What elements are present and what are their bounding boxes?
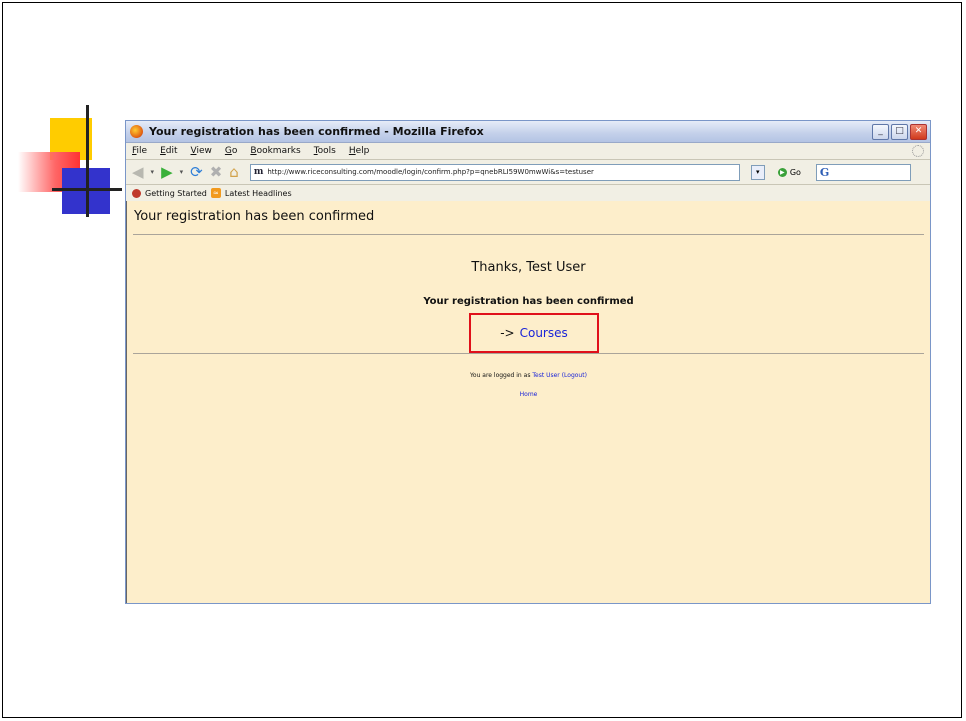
thanks-heading: Thanks, Test User: [471, 260, 586, 275]
home-icon[interactable]: ⌂: [229, 164, 239, 180]
bookmark-getting-started[interactable]: Getting Started: [145, 189, 207, 198]
menu-help[interactable]: Help: [349, 146, 370, 156]
stop-icon[interactable]: ✖: [210, 164, 223, 180]
google-search-icon[interactable]: G: [820, 166, 829, 179]
back-dropdown-icon[interactable]: ▾: [151, 168, 155, 176]
menu-tools[interactable]: Tools: [314, 146, 336, 156]
menu-file[interactable]: File: [132, 146, 147, 156]
confirmation-message: Your registration has been confirmed: [423, 296, 634, 307]
top-divider: [133, 234, 924, 235]
site-favicon-icon: m: [253, 167, 264, 177]
go-button[interactable]: ▶ Go: [777, 167, 801, 177]
courses-link[interactable]: Courses: [520, 326, 568, 340]
menu-go[interactable]: Go: [225, 146, 238, 156]
courses-arrow: ->: [500, 326, 515, 340]
address-bar[interactable]: m http://www.riceconsulting.com/moodle/l…: [249, 163, 740, 181]
login-info: You are logged in as Test User (Logout): [127, 372, 930, 379]
bookmark-latest-headlines[interactable]: Latest Headlines: [225, 189, 292, 198]
url-text[interactable]: http://www.riceconsulting.com/moodle/log…: [267, 168, 594, 176]
rss-feed-icon: ≈: [210, 188, 221, 198]
page-content: Your registration has been confirmed Tha…: [126, 201, 930, 603]
menu-view[interactable]: View: [191, 146, 212, 156]
menu-edit[interactable]: Edit: [160, 146, 177, 156]
window-title: Your registration has been confirmed - M…: [149, 125, 484, 138]
firefox-icon: [130, 125, 143, 138]
forward-dropdown-icon[interactable]: ▾: [180, 168, 184, 176]
home-link[interactable]: Home: [520, 391, 538, 398]
logout-link[interactable]: (Logout): [562, 372, 587, 379]
reload-icon[interactable]: ⟳: [190, 164, 203, 180]
throbber-icon: [912, 145, 924, 157]
title-bar: Your registration has been confirmed - M…: [126, 121, 930, 143]
maximize-button[interactable]: □: [891, 123, 908, 140]
user-profile-link[interactable]: Test User: [532, 372, 559, 379]
courses-highlight-box: -> Courses: [469, 313, 599, 353]
window-controls: _ □ ✕: [872, 123, 927, 140]
go-label: Go: [789, 167, 801, 177]
home-footer: Home: [127, 391, 930, 398]
bookmarks-toolbar: Getting Started ≈ Latest Headlines: [126, 185, 930, 202]
page-title: Your registration has been confirmed: [134, 209, 375, 224]
bottom-divider: [133, 353, 924, 354]
go-arrow-icon: ▶: [777, 167, 787, 177]
menu-bar: File Edit View Go Bookmarks Tools Help: [126, 143, 930, 160]
back-icon[interactable]: ◀: [132, 164, 144, 180]
url-dropdown-icon[interactable]: ▾: [750, 164, 765, 180]
logged-in-prefix: You are logged in as: [470, 372, 531, 379]
search-box[interactable]: G: [815, 163, 911, 181]
navigation-toolbar: ◀ ▾ ▶ ▾ ⟳ ✖ ⌂ m http://www.riceconsultin…: [126, 160, 930, 185]
minimize-button[interactable]: _: [872, 123, 889, 140]
close-button[interactable]: ✕: [910, 123, 927, 140]
forward-icon[interactable]: ▶: [161, 164, 173, 180]
crosshair-vertical-line: [86, 105, 89, 217]
getting-started-icon: [132, 188, 141, 198]
crosshair-horizontal-line: [52, 188, 122, 191]
menu-bookmarks[interactable]: Bookmarks: [250, 146, 300, 156]
browser-window: Your registration has been confirmed - M…: [125, 120, 931, 604]
